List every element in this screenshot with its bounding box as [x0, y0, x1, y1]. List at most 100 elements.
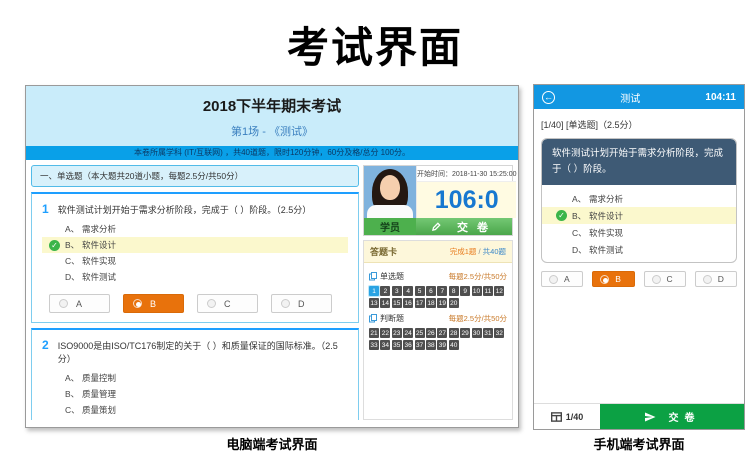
answer-card-number-6[interactable]: 6	[426, 286, 436, 296]
option-row-b[interactable]: B、 质量管理	[42, 386, 348, 402]
answer-card-number-20[interactable]: 20	[449, 298, 459, 308]
question-number: 2	[42, 338, 49, 352]
option-row-d[interactable]: D、 软件测试	[542, 241, 736, 258]
answer-card-number-14[interactable]: 14	[380, 298, 390, 308]
student-photo	[364, 166, 416, 218]
answer-card-number-9[interactable]: 9	[460, 286, 470, 296]
option-text: 需求分析	[589, 193, 623, 205]
answer-card-toggle[interactable]: 1/40	[534, 404, 600, 429]
option-letter: C、	[65, 255, 82, 267]
submit-exam-button[interactable]: 交卷	[416, 218, 512, 235]
answer-button-label: C	[224, 299, 231, 309]
answer-card-number-26[interactable]: 26	[426, 328, 436, 338]
option-letter: B、	[572, 210, 589, 222]
answer-card-number-11[interactable]: 11	[483, 286, 493, 296]
option-row-a[interactable]: A、 需求分析	[542, 190, 736, 207]
option-letter: A、	[572, 193, 589, 205]
exam-subtitle: 第1场 - 《测试》	[26, 123, 518, 146]
grid-icon	[551, 412, 562, 422]
answer-button-d[interactable]: D	[695, 271, 737, 287]
option-row-c[interactable]: C、 质量策划	[42, 402, 348, 418]
section-score: 每题2.5分/共50分	[449, 271, 507, 282]
section-score: 每题2.5分/共50分	[449, 313, 507, 324]
caption-desktop: 电脑端考试界面	[25, 434, 519, 453]
answer-card-number-27[interactable]: 27	[437, 328, 447, 338]
option-text: 软件设计	[589, 210, 623, 222]
answer-button-c[interactable]: C	[644, 271, 686, 287]
answer-button-b-selected[interactable]: B	[592, 271, 634, 287]
answer-card-number-33[interactable]: 33	[369, 340, 379, 350]
answer-card: 答题卡 完成1题 / 共40题 单选题 每题2.5分/共50分 12345678…	[363, 240, 513, 420]
option-letter: C、	[65, 404, 82, 416]
question-text: 软件测试计划开始于需求分析阶段，完成于（ ）阶段。（2.5分）	[58, 203, 312, 216]
answer-card-number-22[interactable]: 22	[380, 328, 390, 338]
option-row-a[interactable]: A、 需求分析	[42, 221, 348, 237]
answer-card-number-32[interactable]: 32	[494, 328, 504, 338]
answer-card-number-4[interactable]: 4	[403, 286, 413, 296]
mobile-title: 测试	[555, 90, 705, 105]
option-row-c[interactable]: C、 软件实现	[42, 253, 348, 269]
answer-card-number-24[interactable]: 24	[403, 328, 413, 338]
question-meta: [1/40] [单选题]（2.5分）	[541, 118, 737, 131]
answer-card-number-12[interactable]: 12	[494, 286, 504, 296]
question-number: 1	[42, 202, 49, 216]
answer-button-a[interactable]: A	[49, 294, 110, 313]
option-letter: D、	[572, 244, 589, 256]
answer-card-progress: 完成1题 / 共40题	[450, 246, 506, 257]
answer-card-number-31[interactable]: 31	[483, 328, 493, 338]
answer-button-d[interactable]: D	[271, 294, 332, 313]
answer-button-a[interactable]: A	[541, 271, 583, 287]
answer-card-number-34[interactable]: 34	[380, 340, 390, 350]
option-row-d[interactable]: D、 质量改进	[42, 418, 348, 420]
answer-card-number-1[interactable]: 1	[369, 286, 379, 296]
answer-card-number-21[interactable]: 21	[369, 328, 379, 338]
option-row-a[interactable]: A、 质量控制	[42, 370, 348, 386]
answer-card-number-16[interactable]: 16	[403, 298, 413, 308]
answer-card-number-3[interactable]: 3	[392, 286, 402, 296]
answer-card-number-2[interactable]: 2	[380, 286, 390, 296]
answer-card-number-19[interactable]: 19	[437, 298, 447, 308]
answer-card-number-29[interactable]: 29	[460, 328, 470, 338]
answer-card-number-13[interactable]: 13	[369, 298, 379, 308]
answer-card-number-30[interactable]: 30	[472, 328, 482, 338]
answer-card-number-7[interactable]: 7	[437, 286, 447, 296]
start-time-label: 开始时间：	[417, 171, 452, 178]
mobile-timer: 104:11	[705, 92, 736, 103]
radio-icon	[549, 275, 558, 284]
answer-card-number-17[interactable]: 17	[415, 298, 425, 308]
option-row-c[interactable]: C、 软件实现	[542, 224, 736, 241]
answer-card-number-25[interactable]: 25	[415, 328, 425, 338]
option-text: 质量管理	[82, 388, 116, 400]
radio-icon	[207, 299, 216, 308]
radio-icon	[281, 299, 290, 308]
answer-card-number-36[interactable]: 36	[403, 340, 413, 350]
answer-card-number-15[interactable]: 15	[392, 298, 402, 308]
answer-card-number-8[interactable]: 8	[449, 286, 459, 296]
answer-card-number-37[interactable]: 37	[415, 340, 425, 350]
option-text: 软件测试	[589, 244, 623, 256]
option-row-b-selected[interactable]: ✓ B、 软件设计	[42, 237, 348, 253]
option-text: 软件实现	[589, 227, 623, 239]
answer-card-number-10[interactable]: 10	[472, 286, 482, 296]
back-icon[interactable]: ←	[542, 91, 555, 104]
answer-card-number-28[interactable]: 28	[449, 328, 459, 338]
answer-card-number-18[interactable]: 18	[426, 298, 436, 308]
answer-button-c[interactable]: C	[197, 294, 258, 313]
desktop-exam-panel: 2018下半年期末考试 第1场 - 《测试》 本卷所属学科 (IT/互联网) ，…	[25, 85, 519, 428]
answer-card-number-35[interactable]: 35	[392, 340, 402, 350]
paper-plane-icon	[644, 411, 656, 423]
option-letter: A、	[65, 223, 82, 235]
option-row-d[interactable]: D、 软件测试	[42, 269, 348, 285]
answer-card-number-5[interactable]: 5	[415, 286, 425, 296]
answer-button-b-selected[interactable]: B	[123, 294, 184, 313]
answer-button-label: D	[298, 299, 305, 309]
section-header: 一、单选题（本大题共20道小题，每题2.5分/共50分）	[31, 165, 359, 187]
submit-label: 交卷	[663, 409, 701, 424]
answer-card-number-39[interactable]: 39	[437, 340, 447, 350]
submit-exam-button[interactable]: 交卷	[600, 404, 744, 429]
option-letter: B、	[65, 388, 82, 400]
answer-card-number-40[interactable]: 40	[449, 340, 459, 350]
option-row-b-selected[interactable]: ✓ B、 软件设计	[542, 207, 736, 224]
answer-card-number-23[interactable]: 23	[392, 328, 402, 338]
answer-card-number-38[interactable]: 38	[426, 340, 436, 350]
